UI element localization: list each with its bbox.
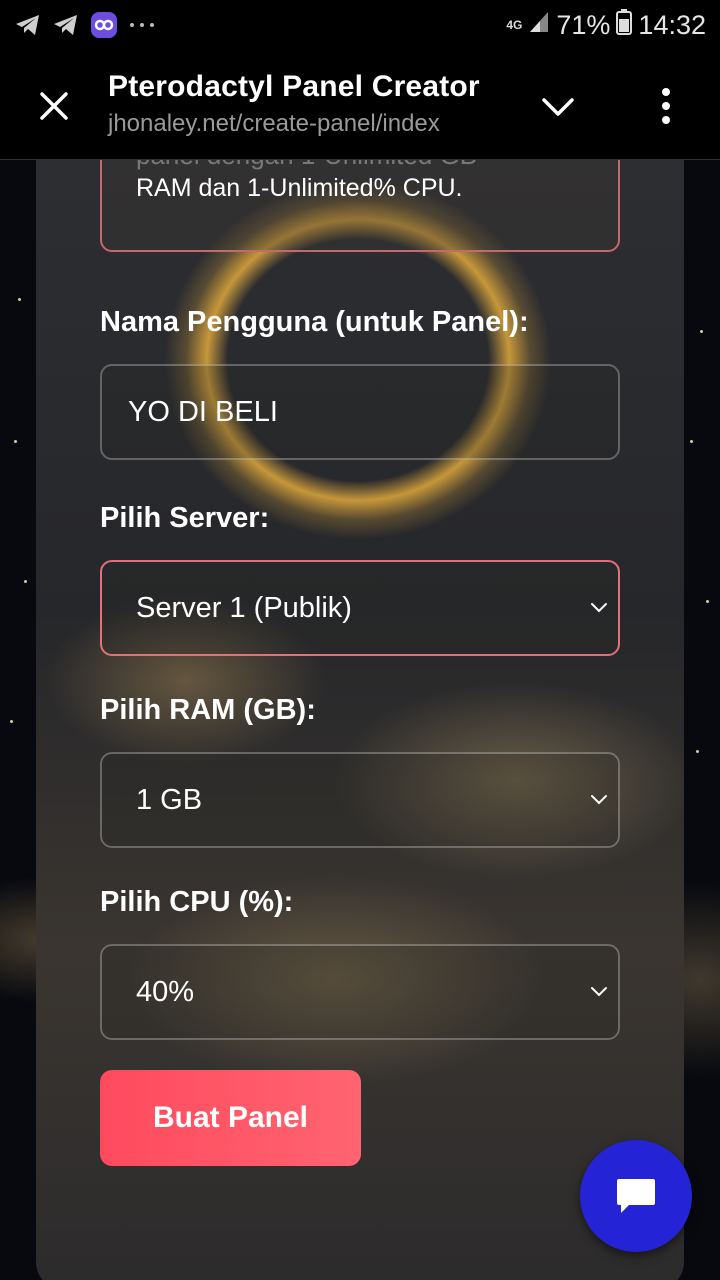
ram-label: Pilih RAM (GB):: [100, 694, 316, 726]
telegram-icon: [14, 13, 42, 37]
chevron-down-icon: [591, 603, 607, 613]
status-bar: 4G 71% 14:32: [0, 0, 720, 50]
form-card: panel dengan 1-Unlimited GB RAM dan 1-Un…: [36, 160, 684, 1280]
description-text-partial: panel dengan 1-Unlimited GB: [136, 160, 477, 171]
close-button[interactable]: [34, 86, 74, 126]
server-value: Server 1 (Publik): [136, 591, 352, 624]
ram-select[interactable]: 1 GB: [100, 752, 620, 848]
create-panel-button[interactable]: Buat Panel: [100, 1070, 361, 1166]
chevron-down-icon: [591, 795, 607, 805]
cpu-label: Pilih CPU (%):: [100, 886, 294, 918]
more-vertical-icon: [662, 88, 670, 124]
description-text: RAM dan 1-Unlimited% CPU.: [136, 174, 463, 202]
network-type: 4G: [506, 18, 523, 32]
more-options-button[interactable]: [654, 86, 678, 126]
battery-icon: [616, 8, 633, 42]
cpu-value: 40%: [136, 975, 195, 1008]
chevron-down-icon: [542, 98, 574, 116]
chat-bubble-icon: [617, 1179, 655, 1213]
telegram-icon: [52, 13, 80, 37]
cpu-select[interactable]: 40%: [100, 944, 620, 1040]
close-icon: [40, 92, 68, 120]
username-input[interactable]: YO DI BELI: [100, 364, 620, 460]
browser-header: Pterodactyl Panel Creator jhonaley.net/c…: [0, 50, 720, 160]
page-url[interactable]: jhonaley.net/create-panel/index: [108, 110, 480, 138]
username-label: Nama Pengguna (untuk Panel):: [100, 306, 529, 338]
page-title: Pterodactyl Panel Creator: [108, 70, 480, 103]
expand-button[interactable]: [538, 92, 578, 122]
server-label: Pilih Server:: [100, 502, 270, 534]
signal-icon: [528, 10, 550, 41]
battery-percentage: 71%: [556, 9, 611, 40]
chat-button[interactable]: [580, 1140, 692, 1252]
clock: 14:32: [638, 9, 706, 40]
more-notifications-icon: [128, 20, 158, 30]
username-value: YO DI BELI: [128, 395, 278, 428]
description-box: panel dengan 1-Unlimited GB RAM dan 1-Un…: [100, 160, 620, 252]
app-icon: [90, 11, 118, 39]
server-select[interactable]: Server 1 (Publik): [100, 560, 620, 656]
chevron-down-icon: [591, 987, 607, 997]
ram-value: 1 GB: [136, 783, 203, 816]
notification-icons: [14, 11, 158, 39]
